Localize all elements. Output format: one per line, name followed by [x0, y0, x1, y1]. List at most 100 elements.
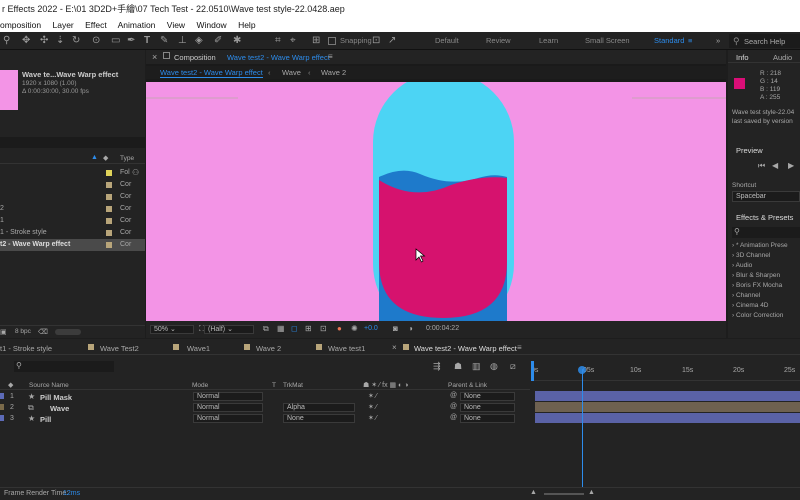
parent-dropdown[interactable]: None: [460, 414, 515, 423]
menu-composition[interactable]: omposition: [0, 20, 41, 30]
first-frame-icon[interactable]: ⏮: [758, 161, 765, 171]
dolly-tool-icon[interactable]: ⇣: [56, 35, 64, 46]
workspace-learn[interactable]: Learn: [539, 36, 558, 45]
zoom-out-icon[interactable]: ▲: [530, 489, 537, 496]
close-tab-icon[interactable]: ×: [392, 343, 397, 352]
table-row[interactable]: 1 ★ Pill Mask Normal None ✶ ⁄ @: [0, 391, 530, 402]
region-of-interest-icon[interactable]: ⧉: [263, 324, 269, 334]
pickwhip-icon[interactable]: @: [450, 403, 457, 410]
layer-duration-bar[interactable]: [535, 413, 800, 423]
current-timecode[interactable]: 0:00:04:22: [426, 325, 459, 332]
timeline-tab[interactable]: Wave 2: [256, 344, 281, 353]
menu-help[interactable]: Help: [238, 20, 255, 30]
workspace-standard[interactable]: Standard: [654, 36, 684, 45]
layer-switch-icon[interactable]: ✶ ⁄: [368, 414, 377, 422]
list-item[interactable]: › Color Correction: [732, 312, 800, 322]
workspace-review[interactable]: Review: [486, 36, 511, 45]
delete-icon[interactable]: ⌫: [38, 328, 48, 336]
rotate-tool-icon[interactable]: ↻: [72, 35, 80, 46]
frame-blending-icon[interactable]: ▥: [472, 361, 481, 372]
layer-duration-bar[interactable]: [535, 402, 800, 412]
project-search-field[interactable]: [0, 137, 145, 148]
guides-icon[interactable]: ⊞: [305, 324, 312, 333]
list-item[interactable]: 1 Cor: [0, 215, 145, 227]
mode-dropdown[interactable]: Normal: [193, 414, 263, 423]
bpc-indicator[interactable]: 8 bpc: [15, 328, 31, 335]
transparency-grid-icon[interactable]: ▦: [277, 324, 285, 333]
menu-window[interactable]: Window: [196, 20, 226, 30]
lock-panel-icon[interactable]: [163, 52, 170, 59]
snapshot-icon[interactable]: ◙: [393, 324, 398, 333]
brush-tool-icon[interactable]: ✎: [160, 35, 168, 46]
breadcrumb-item[interactable]: Wave 2: [321, 68, 346, 77]
comp-viewer-canvas[interactable]: [146, 82, 726, 321]
pickwhip-icon[interactable]: @: [450, 414, 457, 421]
exposure-icon[interactable]: ✺: [351, 324, 358, 333]
mode-header[interactable]: Mode: [192, 382, 208, 389]
list-item[interactable]: › Blur & Sharpen: [732, 272, 800, 282]
table-row[interactable]: 3 ★ Pill Normal None None ✶ ⁄ @: [0, 413, 530, 424]
play-icon[interactable]: ▶: [788, 161, 794, 170]
zoom-tool-icon[interactable]: ⚲: [3, 35, 10, 46]
workspace-default[interactable]: Default: [435, 36, 459, 45]
comp-menu-icon[interactable]: ≡: [328, 52, 333, 61]
timeline-tab-active[interactable]: Wave test2 - Wave Warp effect: [414, 344, 517, 353]
workspace-menu-icon[interactable]: ≡: [688, 36, 692, 45]
list-item[interactable]: 2 Cor: [0, 203, 145, 215]
puppet-tool-icon[interactable]: ✱: [233, 35, 241, 46]
list-item[interactable]: › 3D Channel: [732, 252, 800, 262]
source-name-header[interactable]: Source Name: [29, 382, 69, 389]
timeline-menu-icon[interactable]: ≡: [517, 343, 522, 352]
graph-editor-icon[interactable]: ⧄: [510, 361, 516, 372]
work-area-start-handle[interactable]: [531, 361, 534, 381]
roto-brush-tool-icon[interactable]: ✐: [214, 35, 222, 46]
comp-flowchart-icon[interactable]: ⇶: [433, 361, 441, 372]
snapping-option-icon[interactable]: ⌗: [275, 35, 281, 46]
orbit-tool-icon[interactable]: ✥: [22, 35, 30, 46]
list-item[interactable]: › Audio: [732, 262, 800, 272]
pan-tool-icon[interactable]: ✣: [40, 35, 48, 46]
list-item[interactable]: Cor: [0, 179, 145, 191]
local-axis-icon[interactable]: ⌖: [290, 35, 296, 46]
layer-name[interactable]: Pill: [40, 415, 51, 424]
menu-effect[interactable]: Effect: [85, 20, 107, 30]
thumbnail-slider[interactable]: [55, 329, 81, 335]
menu-animation[interactable]: Animation: [118, 20, 156, 30]
tab-audio[interactable]: Audio: [773, 53, 792, 62]
snap-extend-icon[interactable]: ↗: [388, 35, 396, 46]
exposure-value[interactable]: +0.0: [364, 325, 378, 332]
list-item[interactable]: › Channel: [732, 292, 800, 302]
list-item[interactable]: Fol ⚇: [0, 167, 145, 179]
parent-dropdown[interactable]: None: [460, 392, 515, 401]
motion-blur-icon[interactable]: ◍: [490, 361, 498, 372]
pen-tool-icon[interactable]: ✒: [127, 35, 135, 46]
list-item[interactable]: › Boris FX Mocha: [732, 282, 800, 292]
time-ruler[interactable]: 0s 05s 10s 15s 20s 25s: [531, 361, 800, 381]
zoom-in-icon[interactable]: ▲: [588, 489, 595, 496]
tab-info[interactable]: Info: [736, 53, 749, 62]
mode-dropdown[interactable]: Normal: [193, 392, 263, 401]
shy-layers-icon[interactable]: ☗: [454, 361, 462, 372]
search-help-box[interactable]: ⚲ Search Help: [729, 34, 800, 48]
previous-frame-icon[interactable]: ◀: [772, 161, 778, 170]
table-row[interactable]: 2 ⧉ Wave Normal Alpha None ✶ ⁄ @: [0, 402, 530, 413]
world-axis-icon[interactable]: ⊞: [312, 35, 320, 46]
playhead-line[interactable]: [582, 369, 583, 500]
layer-switch-icon[interactable]: ✶ ⁄: [368, 403, 377, 411]
list-item[interactable]: › * Animation Prese: [732, 242, 800, 252]
layer-name[interactable]: Pill Mask: [40, 393, 72, 402]
layer-switch-icon[interactable]: ✶ ⁄: [368, 392, 377, 400]
eraser-tool-icon[interactable]: ◈: [195, 35, 203, 46]
layer-name[interactable]: Wave: [50, 404, 69, 413]
timeline-tab[interactable]: t1 - Stroke style: [0, 344, 52, 353]
trkmat-dropdown[interactable]: Alpha: [283, 403, 355, 412]
list-item[interactable]: Cor: [0, 191, 145, 203]
flowchart-icon[interactable]: ⚇: [132, 168, 139, 177]
type-column-header[interactable]: Type: [120, 155, 134, 162]
snapping-checkbox[interactable]: [328, 37, 336, 45]
interpret-icon[interactable]: ▣: [0, 328, 7, 336]
layer-duration-bar[interactable]: [535, 391, 800, 401]
breadcrumb-item[interactable]: Wave test2 - Wave Warp effect: [160, 68, 263, 78]
resolution-dropdown[interactable]: (Half) ⌄: [204, 325, 254, 334]
parent-header[interactable]: Parent & Link: [448, 382, 487, 389]
